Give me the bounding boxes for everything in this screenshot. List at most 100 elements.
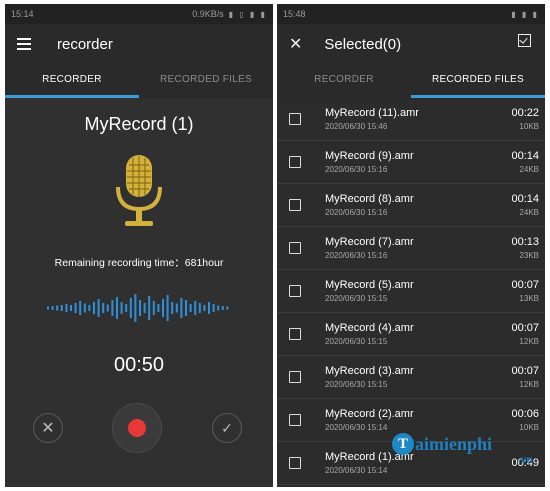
waveform-bar — [185, 300, 187, 316]
waveform-bar — [47, 306, 49, 310]
file-checkbox[interactable] — [289, 156, 301, 168]
close-icon[interactable]: ✕ — [289, 34, 302, 54]
waveform-bar — [148, 296, 151, 320]
file-duration: 00:22 — [511, 107, 539, 119]
file-duration: 00:13 — [511, 236, 539, 248]
waveform-bar — [203, 305, 206, 311]
file-checkbox[interactable] — [289, 371, 301, 383]
record-name: MyRecord (1) — [84, 114, 194, 134]
record-icon — [128, 419, 146, 437]
waveform-bar — [93, 302, 95, 314]
waveform-bar — [152, 301, 155, 315]
watermark-tld: .vn — [518, 455, 533, 466]
file-duration: 00:06 — [511, 408, 539, 420]
status-bar: 15:14 0.9KB/s ▮ ▯ ▮ ▮ — [5, 4, 273, 24]
tab-recorded-files[interactable]: RECORDED FILES — [411, 64, 545, 98]
record-timer: 00:50 — [113, 354, 165, 376]
file-size: 24KB — [519, 208, 539, 217]
file-meta: 00:14 24KB — [511, 149, 539, 175]
waveform-bar — [143, 303, 146, 313]
file-size: 10KB — [519, 122, 539, 131]
network-speed: 0.9KB/s — [192, 9, 224, 19]
select-all-icon[interactable] — [518, 34, 531, 47]
record-button[interactable] — [112, 403, 162, 453]
file-duration: 00:07 — [511, 365, 539, 377]
cancel-button[interactable]: ✕ — [33, 413, 63, 443]
waveform-bar — [74, 303, 77, 313]
file-checkbox[interactable] — [289, 199, 301, 211]
waveform-bar — [60, 305, 63, 311]
signal-icons: ▮ ▯ ▮ ▮ — [228, 9, 267, 19]
recorded-files-screen: 15:48 ▮ ▮ ▮ ✕ Selected(0) RECORDER RECOR… — [277, 4, 545, 487]
file-row[interactable]: MyRecord (8).amr 2020/06/30 15:16 00:14 24K… — [277, 184, 545, 227]
file-list: MyRecord (11).amr 2020/06/30 15:46 00:22 10… — [277, 98, 545, 487]
waveform-bar — [88, 305, 91, 311]
file-checkbox[interactable] — [289, 328, 301, 340]
file-row[interactable]: MyRecord (7).amr 2020/06/30 15:16 00:13 23K… — [277, 227, 545, 270]
waveform-bar — [65, 304, 68, 312]
file-checkbox[interactable] — [289, 414, 301, 426]
file-size: 13KB — [519, 294, 539, 303]
waveform-bar — [194, 301, 197, 315]
close-icon: ✕ — [41, 420, 55, 437]
waveform-bar — [198, 303, 201, 313]
microphone-icon — [116, 155, 162, 226]
file-checkbox[interactable] — [289, 457, 301, 469]
waveform-bar — [208, 302, 210, 314]
waveform — [47, 294, 229, 322]
hamburger-icon[interactable] — [17, 38, 31, 50]
file-meta: 00:07 13KB — [511, 278, 539, 304]
waveform-bar — [166, 295, 169, 321]
waveform-bar — [212, 304, 215, 312]
waveform-bar — [171, 302, 174, 314]
watermark-initial: T — [392, 433, 414, 455]
file-size: 12KB — [519, 337, 539, 346]
waveform-bar — [79, 301, 82, 315]
file-row[interactable]: MyRecord (3).amr 2020/06/30 15:15 00:07 12K… — [277, 356, 545, 399]
file-row[interactable]: MyRecord (9).amr 2020/06/30 15:16 00:14 24K… — [277, 141, 545, 184]
tab-recorder[interactable]: RECORDER — [5, 64, 139, 98]
waveform-bar — [180, 298, 183, 318]
file-row[interactable]: MyRecord (4).amr 2020/06/30 15:15 00:07 12K… — [277, 313, 545, 356]
signal-icons: ▮ ▮ ▮ — [511, 9, 539, 19]
watermark-logo: T aimienphi .vn — [392, 433, 532, 466]
tab-recorder[interactable]: RECORDER — [277, 64, 411, 98]
waveform-bar — [189, 304, 192, 312]
file-row[interactable]: MyRecord (5).amr 2020/06/30 15:15 00:07 13K… — [277, 270, 545, 313]
waveform-bar — [175, 303, 178, 313]
recorder-panel: MyRecord (1) Remaining recording time：68… — [5, 98, 273, 487]
file-meta: 00:14 24KB — [511, 192, 539, 218]
file-row[interactable]: MyRecord (11).amr 2020/06/30 15:46 00:22 10… — [277, 98, 545, 141]
file-size: 10KB — [519, 423, 539, 432]
waveform-bar — [129, 298, 132, 318]
done-button[interactable]: ✓ — [212, 413, 242, 443]
waveform-bar — [139, 300, 141, 316]
waveform-bar — [221, 306, 224, 310]
file-duration: 00:14 — [511, 193, 539, 205]
toolbar: recorder — [5, 24, 273, 64]
file-checkbox[interactable] — [289, 285, 301, 297]
waveform-bar — [217, 305, 220, 311]
file-size: 23KB — [519, 251, 539, 260]
waveform-bar — [56, 305, 59, 311]
waveform-bar — [106, 304, 109, 312]
watermark-brand: aimienphi — [415, 433, 493, 454]
waveform-bar — [120, 302, 123, 314]
waveform-bar — [157, 304, 160, 312]
waveform-bar — [83, 303, 86, 313]
selected-count: Selected(0) — [324, 35, 402, 53]
toolbar: ✕ Selected(0) — [277, 24, 545, 64]
file-duration: 00:07 — [511, 279, 539, 291]
tab-bar: RECORDER RECORDED FILES — [277, 64, 545, 98]
file-checkbox[interactable] — [289, 242, 301, 254]
tab-recorded-files[interactable]: RECORDED FILES — [139, 64, 273, 98]
file-meta: 00:13 23KB — [511, 235, 539, 261]
waveform-bar — [111, 300, 114, 316]
waveform-bar — [162, 299, 164, 317]
waveform-bar — [125, 304, 128, 312]
waveform-bar — [51, 306, 54, 310]
status-bar: 15:48 ▮ ▮ ▮ — [277, 4, 545, 24]
file-meta: 00:22 10KB — [511, 106, 539, 132]
recorder-screen: 15:14 0.9KB/s ▮ ▯ ▮ ▮ recorder RECORDER … — [5, 4, 273, 487]
file-checkbox[interactable] — [289, 113, 301, 125]
